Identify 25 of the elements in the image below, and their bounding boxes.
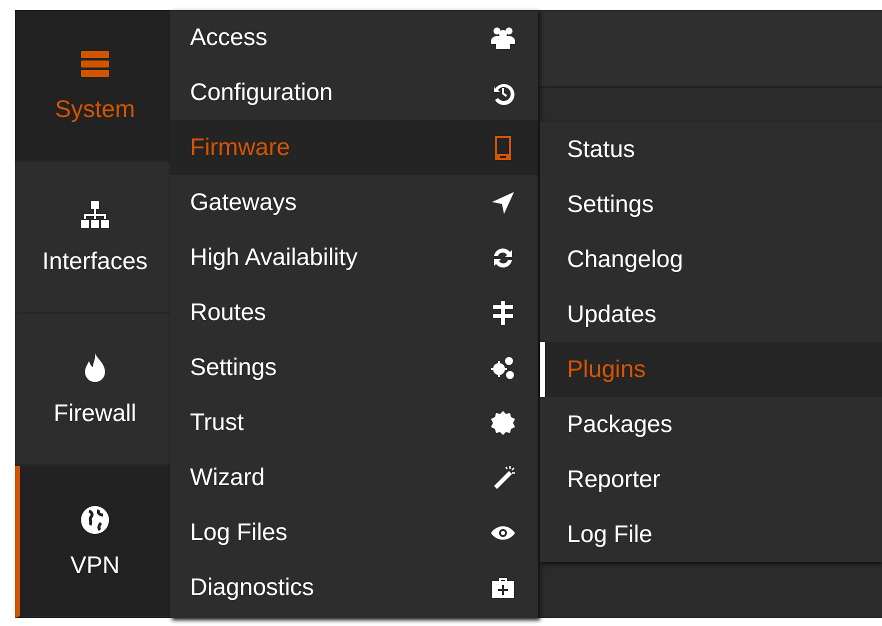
menu-item[interactable]: Configuration xyxy=(170,65,538,120)
submenu-item[interactable]: Reporter xyxy=(540,452,882,507)
menu-item[interactable]: Gateways xyxy=(170,175,538,230)
menu-item[interactable]: Firmware xyxy=(170,120,538,175)
submenu-item[interactable]: Log File xyxy=(540,507,882,562)
submenu-item[interactable]: Status xyxy=(540,122,882,177)
menu-item[interactable]: High Availability xyxy=(170,230,538,285)
menu-item[interactable]: Settings xyxy=(170,340,538,395)
menu-item[interactable]: Routes xyxy=(170,285,538,340)
submenu-item[interactable]: Plugins xyxy=(540,342,882,397)
sidebar-item[interactable]: VPN xyxy=(15,466,170,618)
signpost-icon xyxy=(490,300,516,326)
submenu-item[interactable]: Packages xyxy=(540,397,882,452)
menu-item[interactable]: Wizard xyxy=(170,450,538,505)
menu-item[interactable]: Log Files xyxy=(170,505,538,560)
submenu-item[interactable]: Updates xyxy=(540,287,882,342)
menu-item[interactable]: Diagnostics xyxy=(170,560,538,615)
submenu-item[interactable]: Settings xyxy=(540,177,882,232)
menu-item[interactable]: Access xyxy=(170,10,538,65)
certificate-icon xyxy=(490,410,516,436)
location-arrow-icon xyxy=(490,190,516,216)
users-icon xyxy=(490,24,516,50)
submenu-item[interactable]: Changelog xyxy=(540,232,882,287)
sidebar-item[interactable]: System xyxy=(15,10,170,162)
menu-item[interactable]: Trust xyxy=(170,395,538,450)
